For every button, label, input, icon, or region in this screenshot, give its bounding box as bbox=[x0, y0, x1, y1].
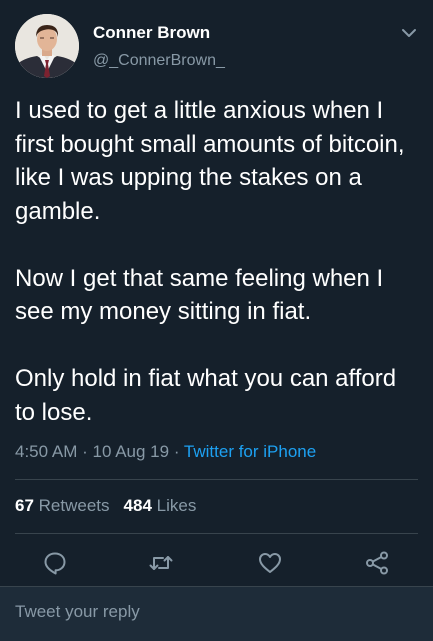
retweets-count: 67 bbox=[15, 496, 34, 515]
engagement-stats: 67 Retweets 484 Likes bbox=[15, 496, 196, 516]
likes-label: Likes bbox=[156, 496, 197, 515]
share-icon[interactable] bbox=[364, 550, 390, 576]
tweet-time[interactable]: 4:50 AM bbox=[15, 442, 77, 461]
meta-separator: · bbox=[82, 442, 88, 461]
tweet-actions bbox=[0, 548, 433, 578]
tweet-paragraph: Now I get that same feeling when I see m… bbox=[15, 264, 384, 326]
retweet-icon[interactable] bbox=[148, 550, 174, 576]
retweets-stat[interactable]: 67 Retweets bbox=[15, 496, 110, 515]
tweet-paragraph: I used to get a little anxious when I fi… bbox=[15, 97, 405, 225]
likes-count: 484 bbox=[123, 496, 152, 515]
divider bbox=[15, 479, 418, 480]
reply-icon[interactable] bbox=[42, 550, 68, 576]
tweet-paragraph: Only hold in fiat what you can afford to… bbox=[15, 365, 397, 426]
author-display-name[interactable]: Conner Brown bbox=[93, 23, 210, 43]
reply-input[interactable]: Tweet your reply bbox=[15, 602, 140, 622]
author-handle[interactable]: @_ConnerBrown_ bbox=[93, 52, 225, 70]
tweet-date[interactable]: 10 Aug 19 bbox=[93, 442, 170, 461]
divider bbox=[15, 533, 418, 534]
retweets-label: Retweets bbox=[38, 496, 110, 515]
profile-photo-icon bbox=[15, 14, 79, 78]
chevron-down-icon[interactable] bbox=[400, 26, 418, 40]
tweet-source-link[interactable]: Twitter for iPhone bbox=[184, 442, 316, 461]
reply-bar: Tweet your reply bbox=[0, 586, 433, 641]
avatar[interactable] bbox=[15, 14, 79, 78]
meta-separator: · bbox=[173, 442, 180, 461]
tweet-text: I used to get a little anxious when I fi… bbox=[15, 94, 420, 429]
tweet-meta: 4:50 AM · 10 Aug 19 · Twitter for iPhone bbox=[15, 442, 316, 462]
like-icon[interactable] bbox=[257, 550, 283, 576]
likes-stat[interactable]: 484 Likes bbox=[124, 496, 197, 515]
